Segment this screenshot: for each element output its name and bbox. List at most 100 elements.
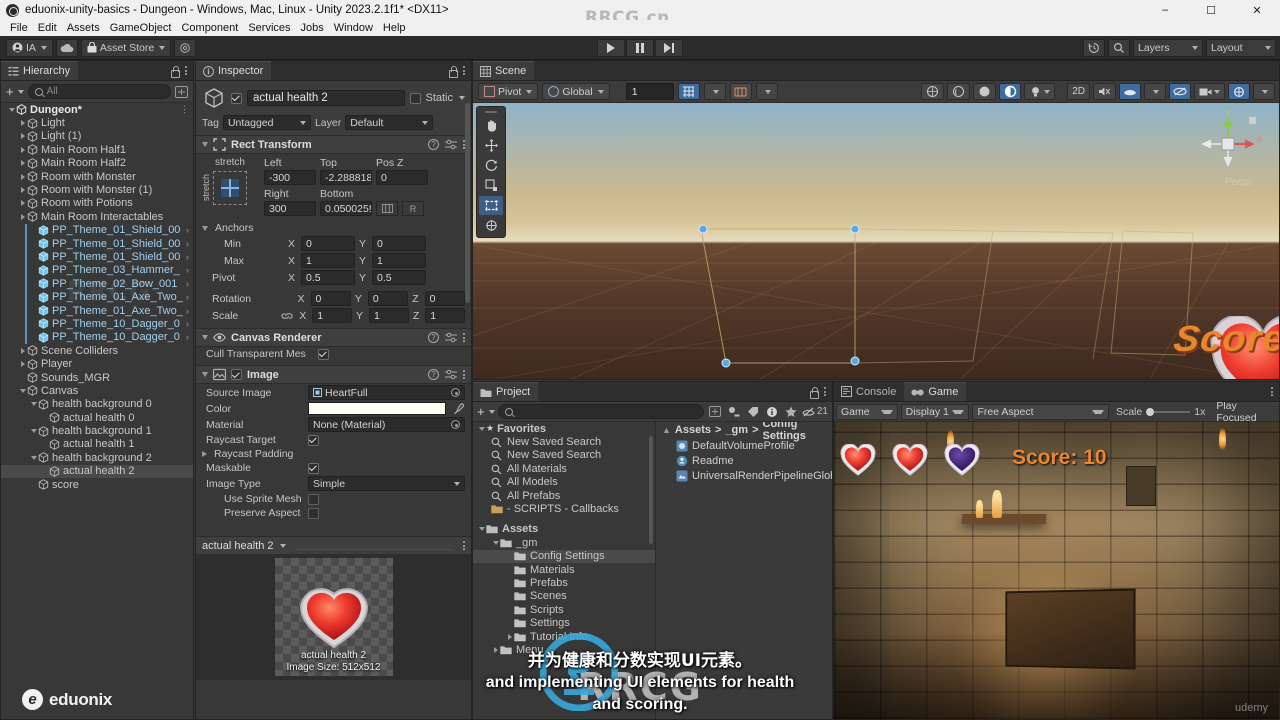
- color-swatch[interactable]: [308, 402, 446, 415]
- chevron-down-icon[interactable]: [279, 543, 286, 548]
- hierarchy-item[interactable]: Main Room Half2: [1, 157, 193, 170]
- chevron-right-icon[interactable]: ›: [186, 265, 193, 275]
- hierarchy-menu-icon[interactable]: [185, 66, 187, 75]
- project-tree-item[interactable]: Scenes: [473, 590, 655, 603]
- hierarchy-item[interactable]: PP_Theme_01_Shield_00 ›: [1, 250, 193, 263]
- hierarchy-item[interactable]: Room with Monster: [1, 170, 193, 183]
- move-tool-button[interactable]: [479, 136, 503, 155]
- tab-scene[interactable]: Scene: [473, 61, 535, 80]
- toolbar-search-button[interactable]: [1108, 38, 1130, 57]
- scene-shading-mode-button[interactable]: [999, 83, 1022, 100]
- scene-visibility-toggle[interactable]: [1119, 83, 1141, 100]
- grid-snap-toggle[interactable]: [677, 83, 700, 100]
- chevron-down-icon[interactable]: [202, 335, 208, 340]
- play-focused-dropdown[interactable]: Play Focused: [1212, 400, 1277, 424]
- scale-slider-thumb[interactable]: [1146, 407, 1155, 416]
- rotate-tool-button[interactable]: [479, 156, 503, 175]
- object-picker-icon[interactable]: [451, 388, 460, 397]
- menu-item-gameobject[interactable]: GameObject: [105, 22, 177, 34]
- project-tree-item[interactable]: Materials: [473, 563, 655, 576]
- hierarchy-item[interactable]: actual health 1: [1, 438, 193, 451]
- menu-item-help[interactable]: Help: [378, 22, 411, 34]
- step-button[interactable]: [655, 38, 683, 57]
- asset-item-list[interactable]: DefaultVolumeProfile Readme UniversalRende…: [656, 438, 832, 483]
- scene-visibility-dropdown[interactable]: [1144, 83, 1166, 100]
- chevron-right-icon[interactable]: [505, 633, 514, 640]
- hierarchy-item[interactable]: Main Room Interactables: [1, 210, 193, 223]
- rotation-y-input[interactable]: 0: [367, 291, 409, 306]
- cull-transparent-checkbox[interactable]: [318, 348, 329, 360]
- scene-view-gizmo[interactable]: Y X: [1193, 109, 1263, 179]
- chevron-right-icon[interactable]: [18, 213, 27, 220]
- pivot-toggle-button[interactable]: Pivot: [478, 83, 539, 100]
- chevron-right-icon[interactable]: [18, 200, 27, 207]
- tab-console[interactable]: Console: [834, 382, 904, 401]
- hierarchy-filter-icon[interactable]: [175, 85, 188, 98]
- object-enabled-checkbox[interactable]: [231, 92, 242, 104]
- hierarchy-tree[interactable]: Dungeon* ⋮ Light Light (1) Main Room Half…: [1, 103, 193, 719]
- hierarchy-item-menu-icon[interactable]: ⋮: [180, 104, 193, 115]
- anchor-min-y-input[interactable]: 0: [372, 236, 427, 251]
- hierarchy-item[interactable]: health background 1: [1, 424, 193, 437]
- favorite-item[interactable]: All Prefabs: [473, 489, 655, 502]
- chevron-right-icon[interactable]: [18, 173, 27, 180]
- favorites-group-header[interactable]: ★ Favorites: [473, 422, 655, 435]
- chevron-right-icon[interactable]: ›: [186, 279, 193, 289]
- blueprint-mode-button[interactable]: [376, 201, 398, 216]
- pause-button[interactable]: [626, 38, 654, 57]
- global-toggle-button[interactable]: Global: [542, 83, 610, 100]
- favorites-list[interactable]: New Saved Search New Saved Search All Mate…: [473, 435, 655, 515]
- game-target-dropdown[interactable]: Game: [836, 403, 898, 420]
- favorite-item[interactable]: New Saved Search: [473, 435, 655, 448]
- hierarchy-item[interactable]: actual health 2: [1, 464, 193, 478]
- scale-slider[interactable]: [1146, 407, 1191, 417]
- maskable-checkbox[interactable]: [308, 462, 319, 474]
- chevron-down-icon[interactable]: [202, 142, 208, 147]
- anchors-section-header[interactable]: Anchors: [196, 221, 471, 235]
- game-menu-icon[interactable]: [1271, 387, 1273, 396]
- project-favorites-filter-icon[interactable]: [783, 404, 799, 419]
- inspector-scrollbar[interactable]: [465, 103, 470, 303]
- scale-y-input[interactable]: 1: [369, 308, 409, 323]
- hierarchy-item[interactable]: score: [1, 478, 193, 491]
- left-input[interactable]: -300: [264, 170, 316, 185]
- component-menu-icon[interactable]: [463, 370, 465, 379]
- scale-tool-button[interactable]: [479, 176, 503, 195]
- chevron-down-icon[interactable]: [29, 455, 38, 460]
- transform-tool-button[interactable]: [479, 216, 503, 235]
- pivot-x-input[interactable]: 0.5: [301, 270, 356, 285]
- menu-item-assets[interactable]: Assets: [62, 22, 105, 34]
- hierarchy-search-input[interactable]: All: [27, 84, 171, 99]
- hierarchy-item[interactable]: Room with Monster (1): [1, 183, 193, 196]
- scene-viewport[interactable]: Score Y X Persp: [473, 103, 1279, 379]
- project-tree-item[interactable]: Prefabs: [473, 576, 655, 589]
- object-name-input[interactable]: actual health 2: [247, 90, 406, 106]
- project-type-filter-icon[interactable]: [726, 404, 742, 419]
- hierarchy-item[interactable]: PP_Theme_01_Shield_00 ›: [1, 237, 193, 250]
- account-button[interactable]: IA: [6, 38, 53, 57]
- material-field[interactable]: None (Material): [308, 417, 465, 432]
- scene-audio-button[interactable]: [947, 83, 971, 100]
- preset-icon[interactable]: [445, 369, 457, 380]
- aspect-dropdown[interactable]: Free Aspect: [972, 403, 1109, 420]
- rect-transform-header[interactable]: Rect Transform ?: [196, 135, 471, 154]
- chevron-right-icon[interactable]: ›: [186, 319, 193, 329]
- tools-drag-handle[interactable]: [479, 109, 503, 115]
- help-icon[interactable]: ?: [428, 369, 439, 380]
- right-input[interactable]: 300: [264, 201, 316, 216]
- play-button[interactable]: [597, 38, 625, 57]
- favorite-item[interactable]: All Models: [473, 476, 655, 489]
- chevron-right-icon[interactable]: [18, 160, 27, 167]
- scene-lighting-button[interactable]: [921, 83, 945, 100]
- favorite-item[interactable]: - SCRIPTS - Callbacks: [473, 502, 655, 515]
- project-tree-item[interactable]: Settings: [473, 616, 655, 629]
- scene-2d-toggle[interactable]: 2D: [1067, 83, 1090, 100]
- chevron-right-icon[interactable]: ›: [186, 225, 193, 235]
- tab-project[interactable]: Project: [473, 382, 539, 401]
- scene-gizmos-dropdown[interactable]: [1253, 83, 1275, 100]
- help-icon[interactable]: ?: [428, 139, 439, 150]
- hierarchy-item[interactable]: Player: [1, 357, 193, 370]
- chevron-right-icon[interactable]: ›: [186, 252, 193, 262]
- posz-input[interactable]: 0: [376, 170, 428, 185]
- chevron-right-icon[interactable]: [18, 187, 27, 194]
